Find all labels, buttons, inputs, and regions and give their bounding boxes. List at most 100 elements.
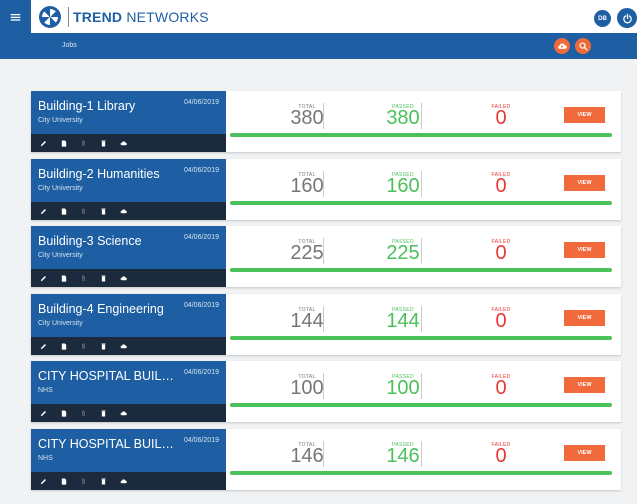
job-info-panel[interactable]: CITY HOSPITAL BUILDI... 04/06/2019 NHS xyxy=(31,429,226,490)
pass-progress-bar xyxy=(230,133,612,137)
cloud-icon[interactable] xyxy=(120,343,127,350)
view-button[interactable]: VIEW xyxy=(564,310,605,326)
menu-icon[interactable]: ≡ xyxy=(0,0,31,33)
failed-value: 0 xyxy=(495,377,507,399)
pass-progress-bar xyxy=(230,403,612,407)
document-icon[interactable] xyxy=(60,207,67,215)
paperclip-icon[interactable] xyxy=(80,275,87,282)
view-button[interactable]: VIEW xyxy=(564,377,605,393)
cloud-icon[interactable] xyxy=(120,208,127,215)
document-icon[interactable] xyxy=(60,139,67,147)
power-icon xyxy=(622,13,632,23)
pencil-icon[interactable] xyxy=(40,275,47,282)
job-date: 04/06/2019 xyxy=(183,369,219,376)
job-client: NHS xyxy=(38,455,53,462)
job-client: City University xyxy=(38,252,83,259)
delete-icon[interactable] xyxy=(100,410,107,417)
total-value: 100 xyxy=(290,377,324,399)
job-card: CITY HOSPITAL BUILDI... 04/06/2019 NHS T… xyxy=(31,429,621,490)
job-date: 04/06/2019 xyxy=(183,437,219,444)
delete-icon[interactable] xyxy=(100,208,107,215)
total-value: 380 xyxy=(290,107,324,129)
delete-icon[interactable] xyxy=(100,275,107,282)
power-button[interactable] xyxy=(617,8,637,28)
job-date: 04/06/2019 xyxy=(183,234,219,241)
paperclip-icon[interactable] xyxy=(80,410,87,417)
job-client: City University xyxy=(38,117,83,124)
total-value: 225 xyxy=(290,242,324,264)
stat-divider xyxy=(421,238,422,264)
job-date: 04/06/2019 xyxy=(183,167,219,174)
cloud-icon[interactable] xyxy=(120,140,127,147)
view-button[interactable]: VIEW xyxy=(564,445,605,461)
delete-icon[interactable] xyxy=(100,343,107,350)
pencil-icon[interactable] xyxy=(40,343,47,350)
job-date: 04/06/2019 xyxy=(183,302,219,309)
cloud-icon[interactable] xyxy=(120,478,127,485)
stat-divider xyxy=(421,171,422,197)
brand-name-bold: TREND xyxy=(73,8,123,25)
sub-header: Jobs xyxy=(0,33,637,59)
job-name[interactable]: CITY HOSPITAL BUILDI... xyxy=(38,437,180,451)
view-button[interactable]: VIEW xyxy=(564,242,605,258)
job-toolbar xyxy=(31,134,226,152)
breadcrumb-jobs[interactable]: Jobs xyxy=(62,42,77,49)
document-icon[interactable] xyxy=(60,409,67,417)
cloud-upload-button[interactable] xyxy=(554,38,570,54)
stat-divider xyxy=(323,103,324,129)
document-icon[interactable] xyxy=(60,342,67,350)
failed-value: 0 xyxy=(495,445,507,467)
brand-name-light: NETWORKS xyxy=(126,8,209,25)
job-client: City University xyxy=(38,185,83,192)
total-value: 146 xyxy=(290,445,324,467)
delete-icon[interactable] xyxy=(100,478,107,485)
trend-networks-logo xyxy=(39,5,61,28)
paperclip-icon[interactable] xyxy=(80,343,87,350)
document-icon[interactable] xyxy=(60,274,67,282)
passed-value: 100 xyxy=(386,377,420,399)
job-name[interactable]: CITY HOSPITAL BUILDI... xyxy=(38,369,180,383)
cloud-upload-icon xyxy=(558,43,567,49)
job-info-panel[interactable]: Building-2 Humanities 04/06/2019 City Un… xyxy=(31,159,226,220)
job-toolbar xyxy=(31,202,226,220)
job-name[interactable]: Building-1 Library xyxy=(38,99,180,113)
job-client: City University xyxy=(38,320,83,327)
pencil-icon[interactable] xyxy=(40,140,47,147)
job-info-panel[interactable]: Building-4 Engineering 04/06/2019 City U… xyxy=(31,294,226,355)
job-info-panel[interactable]: Building-3 Science 04/06/2019 City Unive… xyxy=(31,226,226,287)
document-icon[interactable] xyxy=(60,477,67,485)
view-button[interactable]: VIEW xyxy=(564,107,605,123)
total-value: 160 xyxy=(290,175,324,197)
paperclip-icon[interactable] xyxy=(80,208,87,215)
stat-divider xyxy=(421,441,422,467)
job-info-panel[interactable]: Building-1 Library 04/06/2019 City Unive… xyxy=(31,91,226,152)
search-button[interactable] xyxy=(575,38,591,54)
pencil-icon[interactable] xyxy=(40,208,47,215)
job-name[interactable]: Building-4 Engineering xyxy=(38,302,180,316)
pencil-icon[interactable] xyxy=(40,478,47,485)
delete-icon[interactable] xyxy=(100,140,107,147)
paperclip-icon[interactable] xyxy=(80,478,87,485)
job-info-panel[interactable]: CITY HOSPITAL BUILDI... 04/06/2019 NHS xyxy=(31,361,226,422)
job-name[interactable]: Building-3 Science xyxy=(38,234,180,248)
view-button[interactable]: VIEW xyxy=(564,175,605,191)
failed-value: 0 xyxy=(495,175,507,197)
pencil-icon[interactable] xyxy=(40,410,47,417)
brand-name: TREND NETWORKS xyxy=(73,9,209,25)
stat-divider xyxy=(421,373,422,399)
stat-divider xyxy=(323,306,324,332)
job-toolbar xyxy=(31,269,226,287)
passed-value: 144 xyxy=(386,310,420,332)
passed-value: 225 xyxy=(386,242,420,264)
failed-value: 0 xyxy=(495,242,507,264)
paperclip-icon[interactable] xyxy=(80,140,87,147)
cloud-icon[interactable] xyxy=(120,275,127,282)
job-name[interactable]: Building-2 Humanities xyxy=(38,167,180,181)
user-avatar[interactable]: DB xyxy=(594,10,611,27)
brand-logo[interactable]: TREND NETWORKS xyxy=(39,5,209,28)
cloud-icon[interactable] xyxy=(120,410,127,417)
job-card: Building-3 Science 04/06/2019 City Unive… xyxy=(31,226,621,287)
stat-divider xyxy=(323,441,324,467)
stat-divider xyxy=(323,171,324,197)
job-client: NHS xyxy=(38,387,53,394)
